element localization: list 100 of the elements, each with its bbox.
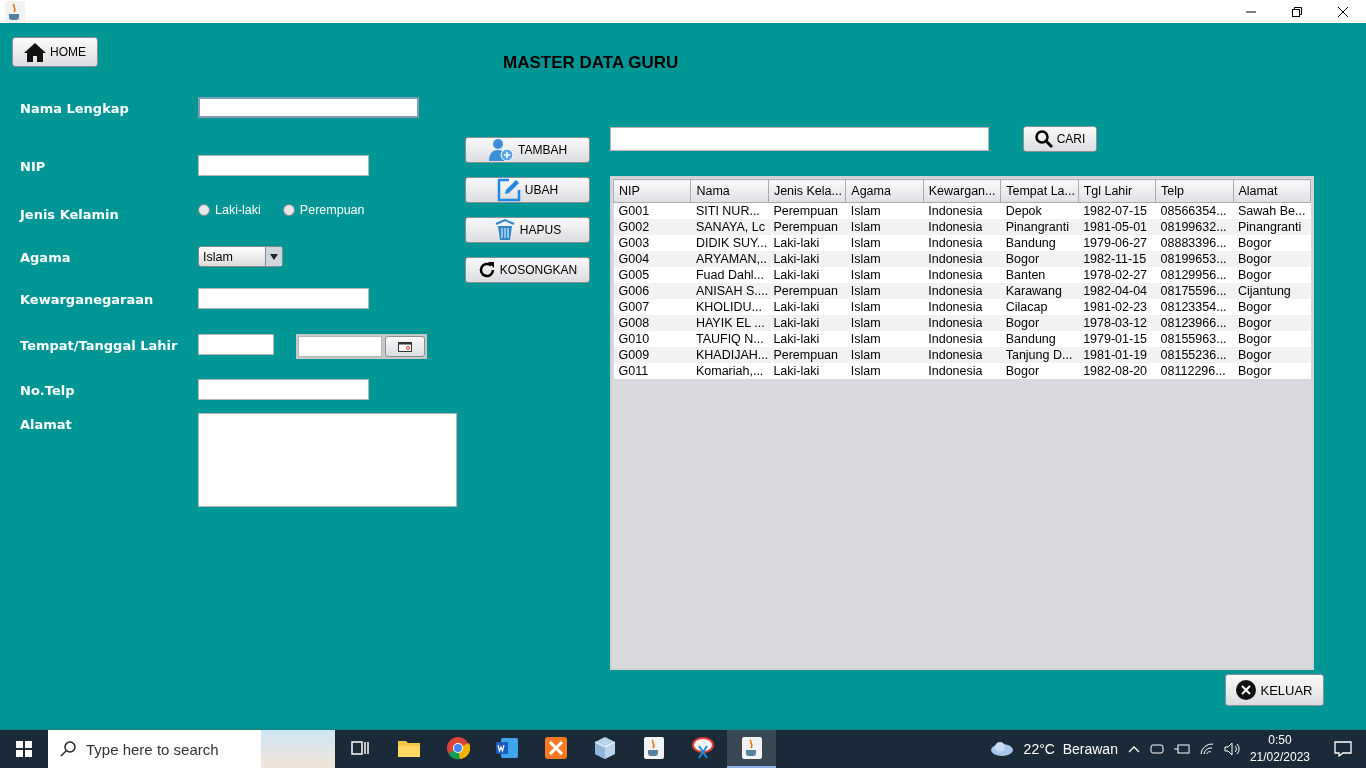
table-cell: G003 — [613, 235, 691, 251]
field-label: Kewarganegaraan — [20, 291, 155, 309]
table-cell: Islam — [845, 267, 924, 283]
table-cell: 08123354... — [1155, 299, 1233, 315]
table-cell: 08123966... — [1155, 315, 1233, 331]
table-cell: Islam — [845, 219, 924, 235]
calendar-icon — [398, 341, 412, 352]
radio-label: Perempuan — [299, 203, 365, 217]
table-cell: 1979-06-27 — [1078, 235, 1156, 251]
radio-option[interactable]: Laki-laki — [198, 203, 261, 217]
home-button[interactable]: HOME — [12, 37, 98, 67]
action-button[interactable]: UBAH — [465, 177, 590, 203]
refresh-icon — [477, 261, 496, 279]
column-header[interactable]: NIP — [613, 179, 691, 203]
table-cell: 08155963... — [1155, 331, 1233, 347]
search-button[interactable]: CARI — [1023, 126, 1097, 152]
table-cell: 08155236... — [1155, 347, 1233, 363]
table-cell: Cijantung — [1233, 283, 1311, 299]
table-cell: G008 — [613, 315, 691, 331]
calendar-button[interactable] — [385, 336, 425, 357]
table-cell: G004 — [613, 251, 691, 267]
clock[interactable]: 0:50 21/02/2023 — [1249, 732, 1310, 766]
table-cell: 1982-04-04 — [1078, 283, 1156, 299]
table-cell: Bogor — [1233, 299, 1311, 315]
text-field[interactable] — [198, 334, 274, 355]
column-header[interactable]: Kewargan... — [923, 179, 1001, 203]
table-cell: Bogor — [1000, 363, 1079, 379]
radio-label: Laki-laki — [215, 203, 261, 217]
table-cell: Islam — [845, 235, 924, 251]
action-button[interactable]: TAMBAH — [465, 137, 590, 163]
dropdown[interactable]: Islam — [198, 246, 283, 267]
windows-icon — [16, 741, 32, 757]
table-cell: 08129956... — [1155, 267, 1233, 283]
table-cell: Bogor — [1233, 267, 1311, 283]
table-cell: Indonesia — [923, 235, 1001, 251]
action-button[interactable]: KOSONGKAN — [465, 257, 590, 283]
chevron-up-icon[interactable] — [1127, 745, 1140, 753]
caret-icon — [270, 253, 278, 260]
field-label: Jenis Kelamin — [20, 206, 120, 224]
column-header[interactable]: Telp — [1155, 179, 1233, 203]
action-button[interactable]: HAPUS — [465, 217, 590, 243]
table-cell: KHOLIDU... — [690, 299, 769, 315]
column-header[interactable]: Tgl Lahir — [1078, 179, 1156, 203]
exit-button[interactable]: KELUAR — [1225, 674, 1324, 706]
wifi-icon[interactable] — [1199, 743, 1214, 755]
table-cell: Bogor — [1233, 347, 1311, 363]
taskbar-search-field[interactable]: Type here to search — [48, 730, 335, 768]
table-cell: 1978-03-12 — [1078, 315, 1156, 331]
server-app-icon — [543, 736, 568, 760]
table-cell: Karawang — [1000, 283, 1079, 299]
text-field[interactable] — [198, 155, 369, 176]
table-cell: Indonesia — [923, 283, 1001, 299]
table-cell: Laki-laki — [768, 315, 846, 331]
table-cell: 1978-02-27 — [1078, 267, 1156, 283]
table-cell: Laki-laki — [768, 299, 846, 315]
text-field[interactable] — [198, 97, 419, 118]
field-label: Alamat — [20, 416, 73, 434]
close-circle-icon — [1236, 680, 1257, 700]
column-header[interactable]: Alamat — [1233, 179, 1311, 203]
table-cell: 08199632... — [1155, 219, 1233, 235]
table-cell: Indonesia — [923, 331, 1001, 347]
table-cell: G007 — [613, 299, 691, 315]
taskbar-app[interactable] — [727, 730, 776, 768]
page-title: MASTER DATA GURU — [503, 53, 679, 73]
column-header[interactable]: Agama — [845, 179, 924, 203]
field-label: Agama — [20, 249, 72, 267]
table-cell: KHADIJAH... — [690, 347, 769, 363]
column-header[interactable]: Nama — [690, 179, 769, 203]
table-cell: Indonesia — [923, 219, 1001, 235]
table-cell: Perempuan — [768, 219, 846, 235]
table-cell: Tanjung D... — [1000, 347, 1079, 363]
text-field[interactable] — [198, 379, 369, 400]
field-label: Tempat/Tanggal Lahir — [20, 337, 179, 355]
radio-option[interactable]: Perempuan — [282, 203, 365, 217]
column-header[interactable]: Jenis Kela... — [768, 179, 846, 203]
search-field[interactable] — [610, 127, 989, 151]
table-cell: ANISAH S.... — [690, 283, 769, 299]
table-cell: 1979-01-15 — [1078, 331, 1156, 347]
table-cell: Laki-laki — [768, 251, 846, 267]
table-cell: Islam — [845, 283, 924, 299]
table-cell: SANAYA, Lc — [690, 219, 769, 235]
text-field[interactable] — [198, 288, 369, 309]
table-cell: Bogor — [1233, 331, 1311, 347]
weather-text[interactable]: 22°C Berawan — [1023, 741, 1118, 757]
table-cell: G010 — [613, 331, 691, 347]
column-header[interactable]: Tempat La... — [1000, 179, 1079, 203]
cup-icon — [4, 0, 26, 24]
speaker-icon[interactable] — [1223, 742, 1240, 756]
table-cell: Indonesia — [923, 315, 1001, 331]
table-cell: Indonesia — [923, 267, 1001, 283]
table-cell: Banten — [1000, 267, 1079, 283]
table-cell: G005 — [613, 267, 691, 283]
battery-icon[interactable] — [1173, 743, 1190, 755]
table-cell: Pinangranti — [1000, 219, 1079, 235]
field-label: No.Telp — [20, 382, 76, 400]
notification-icon[interactable] — [1334, 741, 1352, 757]
trash-icon — [493, 218, 516, 242]
search-icon — [1034, 130, 1053, 148]
user-add-icon — [487, 138, 514, 162]
table-cell: 08883396... — [1155, 235, 1233, 251]
